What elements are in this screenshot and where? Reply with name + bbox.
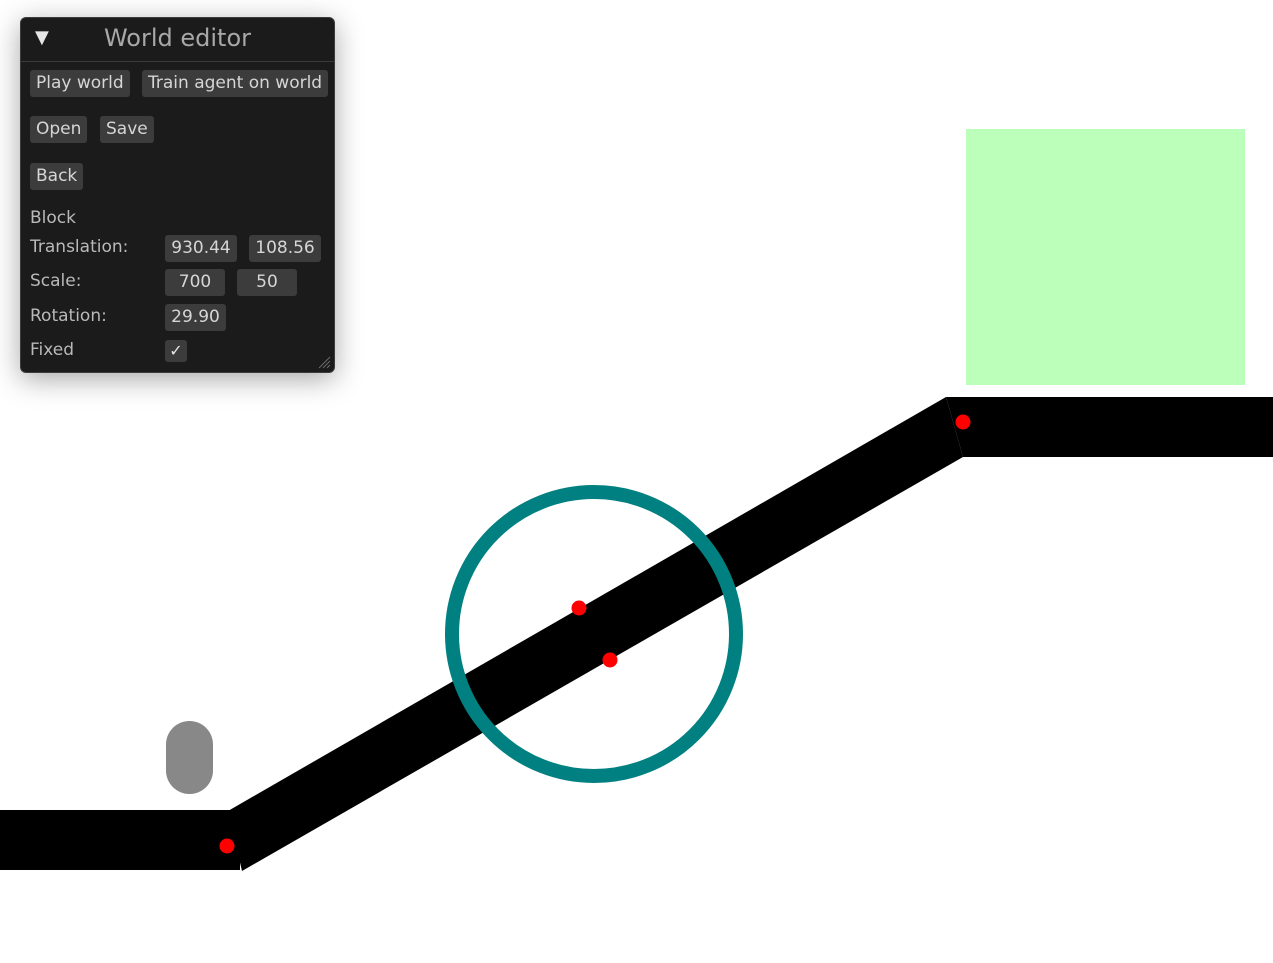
save-button[interactable]: Save bbox=[100, 116, 154, 143]
block-handle[interactable] bbox=[602, 652, 618, 668]
open-button[interactable]: Open bbox=[30, 116, 88, 143]
fixed-checkbox[interactable]: ✓ bbox=[165, 340, 187, 362]
scale-x-field[interactable]: 700 bbox=[165, 269, 225, 296]
block-ground-left[interactable] bbox=[0, 810, 240, 870]
checkmark-icon: ✓ bbox=[169, 341, 183, 360]
scale-label: Scale: bbox=[30, 271, 82, 291]
block-handle[interactable] bbox=[219, 838, 235, 854]
translation-y-field[interactable]: 108.56 bbox=[249, 235, 321, 262]
rotation-field[interactable]: 29.90 bbox=[165, 304, 226, 331]
rotation-label: Rotation: bbox=[30, 306, 107, 326]
window-header[interactable]: ▼ World editor bbox=[21, 18, 334, 62]
block-handle[interactable] bbox=[955, 414, 971, 430]
block-handle[interactable] bbox=[571, 600, 587, 616]
play-world-button[interactable]: Play world bbox=[30, 70, 130, 97]
world-editor-window: ▼ World editor Play world Train agent on… bbox=[20, 17, 335, 373]
translation-x-field[interactable]: 930.44 bbox=[165, 235, 237, 262]
scale-y-field[interactable]: 50 bbox=[237, 269, 297, 296]
window-title: World editor bbox=[103, 24, 252, 52]
train-agent-button[interactable]: Train agent on world bbox=[142, 70, 329, 97]
back-button[interactable]: Back bbox=[30, 163, 84, 190]
goal-zone[interactable] bbox=[966, 129, 1245, 385]
agent-capsule[interactable] bbox=[166, 721, 213, 794]
block-ramp[interactable] bbox=[228, 397, 963, 871]
fixed-label: Fixed bbox=[30, 340, 75, 360]
resize-grip-icon[interactable] bbox=[317, 355, 331, 369]
translation-label: Translation: bbox=[30, 237, 129, 257]
block-ground-right[interactable] bbox=[946, 397, 1273, 457]
section-title-block: Block bbox=[30, 208, 76, 228]
